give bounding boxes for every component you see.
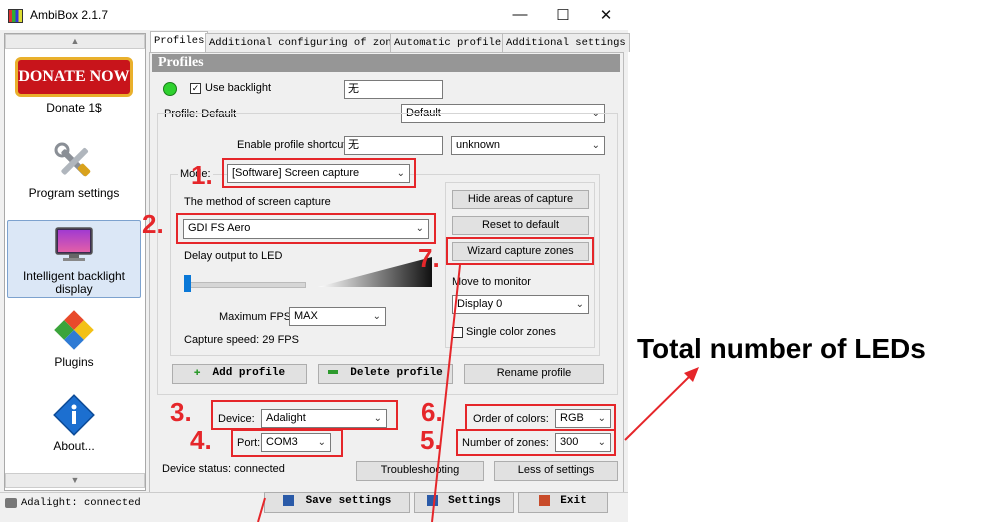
total-leds-caption: Total number of LEDs (637, 333, 926, 364)
annotation-arrows (257, 264, 699, 522)
arrow-line-total-leds (624, 372, 694, 441)
arrow-line-save (257, 497, 266, 522)
arrow-line-wizard (431, 264, 461, 522)
